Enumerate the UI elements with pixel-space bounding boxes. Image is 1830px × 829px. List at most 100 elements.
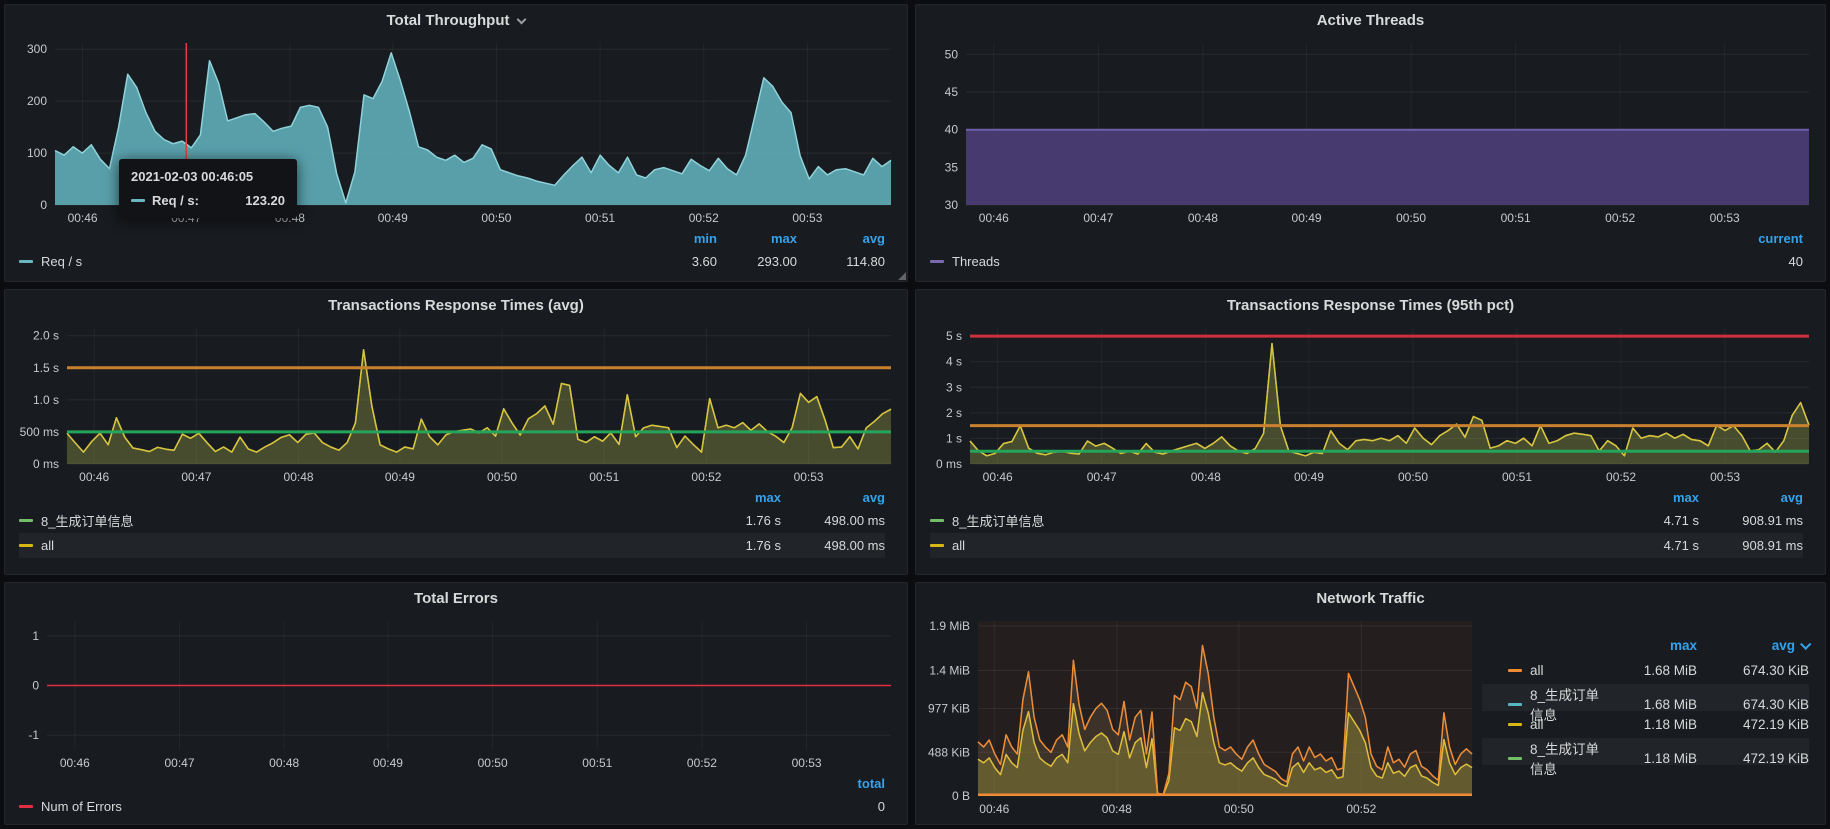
legend-series-label: all — [1530, 717, 1544, 732]
svg-text:00:47: 00:47 — [1087, 470, 1117, 484]
panel-title-network-traffic[interactable]: Network Traffic — [916, 583, 1825, 613]
legend-series-order-info-in[interactable]: 8_生成订单信息 — [1508, 738, 1605, 778]
legend-value-avg: 908.91 ms — [1699, 538, 1803, 553]
legend-series-label: Threads — [952, 254, 1000, 269]
legend-col-current[interactable]: current — [1713, 231, 1803, 246]
legend-row: Req / s 3.60 293.00 114.80 — [19, 249, 885, 274]
svg-text:00:50: 00:50 — [481, 211, 511, 225]
svg-text:00:53: 00:53 — [792, 756, 822, 770]
errors-chart-area: -10100:4600:4700:4800:4900:5000:5100:520… — [11, 613, 901, 772]
legend-col-avg[interactable]: avg — [797, 231, 885, 246]
legend-series-all-in[interactable]: all — [1508, 717, 1605, 732]
svg-text:00:51: 00:51 — [589, 470, 619, 484]
svg-text:00:50: 00:50 — [1224, 802, 1254, 816]
svg-text:00:49: 00:49 — [1292, 211, 1322, 225]
svg-text:00:51: 00:51 — [582, 756, 612, 770]
chevron-down-icon[interactable] — [517, 16, 526, 25]
legend: min max avg Req / s 3.60 293.00 114.80 — [5, 227, 907, 278]
resp-95-chart[interactable]: 0 ms1 s2 s3 s4 s5 s00:4600:4700:4800:490… — [922, 320, 1819, 486]
svg-text:3 s: 3 s — [946, 380, 962, 394]
svg-text:30: 30 — [945, 198, 959, 212]
legend-series-label: all — [952, 538, 965, 553]
legend-col-avg[interactable]: avg — [781, 490, 885, 505]
network-chart[interactable]: 0 B488 KiB977 KiB1.4 MiB1.9 MiB00:4600:4… — [916, 613, 1478, 818]
panel-title-response-times-95pct[interactable]: Transactions Response Times (95th pct) — [916, 290, 1825, 320]
svg-text:00:53: 00:53 — [794, 470, 824, 484]
svg-text:00:50: 00:50 — [1396, 211, 1426, 225]
panel-title-total-errors[interactable]: Total Errors — [5, 583, 907, 613]
svg-text:00:51: 00:51 — [585, 211, 615, 225]
errors-chart[interactable]: -10100:4600:4700:4800:4900:5000:5100:520… — [11, 613, 901, 772]
legend-col-max[interactable]: max — [717, 231, 797, 246]
legend-value-avg: 472.19 KiB — [1697, 717, 1809, 732]
svg-text:00:48: 00:48 — [1188, 211, 1218, 225]
legend-series-req-s[interactable]: Req / s — [19, 254, 647, 269]
panel-title-text: Transactions Response Times (avg) — [328, 297, 584, 314]
legend-value-max: 293.00 — [717, 254, 797, 269]
legend-value-max: 1.68 MiB — [1605, 697, 1697, 712]
legend-series-threads[interactable]: Threads — [930, 254, 1713, 269]
threads-chart-area: 303540455000:4600:4700:4800:4900:5000:51… — [922, 35, 1819, 227]
legend-header: max avg — [19, 486, 885, 508]
svg-text:00:52: 00:52 — [1605, 211, 1635, 225]
grafana-dashboard: Total Throughput 010020030000:4600:4700:… — [0, 0, 1830, 829]
svg-text:00:47: 00:47 — [181, 470, 211, 484]
legend-value-current: 40 — [1713, 254, 1803, 269]
legend-series-all[interactable]: all — [930, 538, 1613, 553]
svg-text:00:52: 00:52 — [689, 211, 719, 225]
series-dash-icon — [930, 519, 944, 522]
svg-text:1: 1 — [32, 629, 39, 643]
legend-value-avg: 498.00 ms — [781, 513, 885, 528]
legend-value-max: 4.71 s — [1613, 538, 1699, 553]
svg-text:977 KiB: 977 KiB — [928, 702, 970, 716]
legend-col-avg[interactable]: avg — [1699, 490, 1803, 505]
legend-value-max: 1.18 MiB — [1605, 717, 1697, 732]
panel-title-active-threads[interactable]: Active Threads — [916, 5, 1825, 35]
legend-header: min max avg — [19, 227, 885, 249]
svg-text:00:50: 00:50 — [487, 470, 517, 484]
svg-text:00:49: 00:49 — [373, 756, 403, 770]
threads-chart[interactable]: 303540455000:4600:4700:4800:4900:5000:51… — [922, 35, 1819, 227]
svg-text:00:52: 00:52 — [691, 470, 721, 484]
legend: max avg 8_生成订单信息 1.76 s 498.00 ms all 1.… — [5, 486, 907, 562]
resp-avg-chart[interactable]: 0 ms500 ms1.0 s1.5 s2.0 s00:4600:4700:48… — [11, 320, 901, 486]
legend-series-num-of-errors[interactable]: Num of Errors — [19, 799, 795, 814]
panel-resize-handle[interactable] — [898, 272, 906, 280]
tooltip-series-row: Req / s: 123.20 — [131, 193, 285, 208]
legend-col-max[interactable]: max — [695, 490, 781, 505]
legend-col-total[interactable]: total — [795, 776, 885, 791]
svg-text:0 ms: 0 ms — [33, 457, 59, 471]
legend-series-order-info[interactable]: 8_生成订单信息 — [930, 511, 1613, 530]
legend-series-order-info[interactable]: 8_生成订单信息 — [19, 511, 695, 530]
svg-text:40: 40 — [945, 123, 959, 137]
panel-title-response-times-avg[interactable]: Transactions Response Times (avg) — [5, 290, 907, 320]
legend-col-avg[interactable]: avg — [1697, 638, 1809, 653]
legend-row: 8_生成订单信息 4.71 s 908.91 ms — [930, 508, 1803, 533]
series-dash-icon — [930, 260, 944, 263]
svg-text:0: 0 — [32, 679, 39, 693]
series-dash-icon — [1508, 669, 1522, 672]
svg-text:50: 50 — [945, 47, 959, 61]
panel-total-throughput: Total Throughput 010020030000:4600:4700:… — [4, 4, 908, 282]
legend-value-max: 1.18 MiB — [1605, 751, 1697, 766]
legend-series-all[interactable]: all — [19, 538, 695, 553]
svg-text:00:51: 00:51 — [1501, 211, 1531, 225]
legend-series-all-out[interactable]: all — [1508, 663, 1605, 678]
svg-text:00:46: 00:46 — [983, 470, 1013, 484]
legend-col-min[interactable]: min — [647, 231, 717, 246]
panel-response-times-avg: Transactions Response Times (avg) 0 ms50… — [4, 289, 908, 575]
sort-desc-icon — [1800, 639, 1811, 650]
svg-text:00:53: 00:53 — [792, 211, 822, 225]
legend-col-max[interactable]: max — [1613, 490, 1699, 505]
panel-title-total-throughput[interactable]: Total Throughput — [5, 5, 907, 35]
svg-text:00:46: 00:46 — [979, 802, 1009, 816]
legend-row: Threads 40 — [930, 249, 1803, 274]
svg-text:00:52: 00:52 — [1346, 802, 1376, 816]
legend-col-max[interactable]: max — [1605, 638, 1697, 653]
legend-value-total: 0 — [795, 799, 885, 814]
svg-text:00:47: 00:47 — [164, 756, 194, 770]
panel-active-threads: Active Threads 303540455000:4600:4700:48… — [915, 4, 1826, 282]
svg-text:00:50: 00:50 — [1398, 470, 1428, 484]
svg-text:4 s: 4 s — [946, 355, 962, 369]
legend-series-label: 8_生成订单信息 — [952, 511, 1044, 530]
